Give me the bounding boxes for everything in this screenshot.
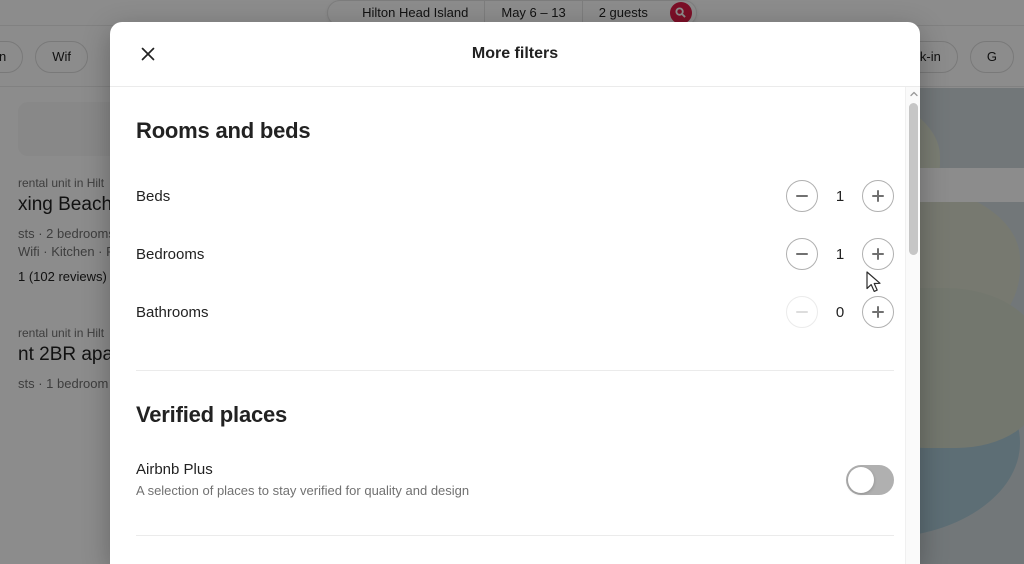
bathrooms-value: 0 xyxy=(835,303,845,321)
airbnb-plus-subtitle: A selection of places to stay verified f… xyxy=(136,483,470,498)
minus-icon xyxy=(796,253,808,255)
bathrooms-decrement-button xyxy=(786,296,818,328)
scrollbar-thumb[interactable] xyxy=(909,103,918,255)
modal-body: Rooms and beds Beds 1 Bedrooms 1 Bathroo… xyxy=(110,87,920,564)
bedrooms-value: 1 xyxy=(835,245,845,263)
section-divider xyxy=(136,535,894,536)
plus-icon xyxy=(877,306,879,318)
airbnb-plus-text: Airbnb Plus A selection of places to sta… xyxy=(136,461,469,498)
modal-header: More filters xyxy=(110,22,920,87)
close-icon[interactable] xyxy=(132,38,164,70)
airbnb-plus-title: Airbnb Plus xyxy=(136,461,213,478)
stepper-label: Bedrooms xyxy=(136,245,205,263)
beds-decrement-button[interactable] xyxy=(786,180,818,212)
stepper-control: 1 xyxy=(786,238,894,270)
stepper-row-bathrooms: Bathrooms 0 xyxy=(136,283,894,341)
stepper-row-beds: Beds 1 xyxy=(136,167,894,225)
section-verified-places: Verified places Airbnb Plus A selection … xyxy=(136,371,894,498)
plus-icon xyxy=(877,248,879,260)
minus-icon xyxy=(796,311,808,313)
stepper-row-bedrooms: Bedrooms 1 xyxy=(136,225,894,283)
airbnb-plus-toggle[interactable] xyxy=(846,464,894,495)
minus-icon xyxy=(796,195,808,197)
toggle-knob xyxy=(848,466,874,493)
beds-value: 1 xyxy=(835,187,845,205)
screen: Hilton Head Island May 6 – 13 2 guests e… xyxy=(0,0,1024,564)
plus-icon xyxy=(877,190,879,202)
modal-scrollbar[interactable] xyxy=(905,87,920,564)
stepper-label: Bathrooms xyxy=(136,303,209,321)
stepper-label: Beds xyxy=(136,187,171,205)
chevron-up-icon[interactable] xyxy=(906,87,920,101)
beds-increment-button[interactable] xyxy=(862,180,894,212)
more-filters-modal: More filters Rooms and beds Beds 1 Bedro… xyxy=(110,22,920,564)
section-heading: Verified places xyxy=(136,402,288,427)
section-heading: Rooms and beds xyxy=(136,118,311,143)
bedrooms-decrement-button[interactable] xyxy=(786,238,818,270)
stepper-control: 0 xyxy=(786,296,894,328)
stepper-control: 1 xyxy=(786,180,894,212)
airbnb-plus-row: Airbnb Plus A selection of places to sta… xyxy=(136,461,894,498)
bedrooms-increment-button[interactable] xyxy=(862,238,894,270)
bathrooms-increment-button[interactable] xyxy=(862,296,894,328)
section-rooms-and-beds: Rooms and beds Beds 1 Bedrooms 1 Bathroo… xyxy=(136,87,894,341)
modal-title: More filters xyxy=(471,45,559,62)
